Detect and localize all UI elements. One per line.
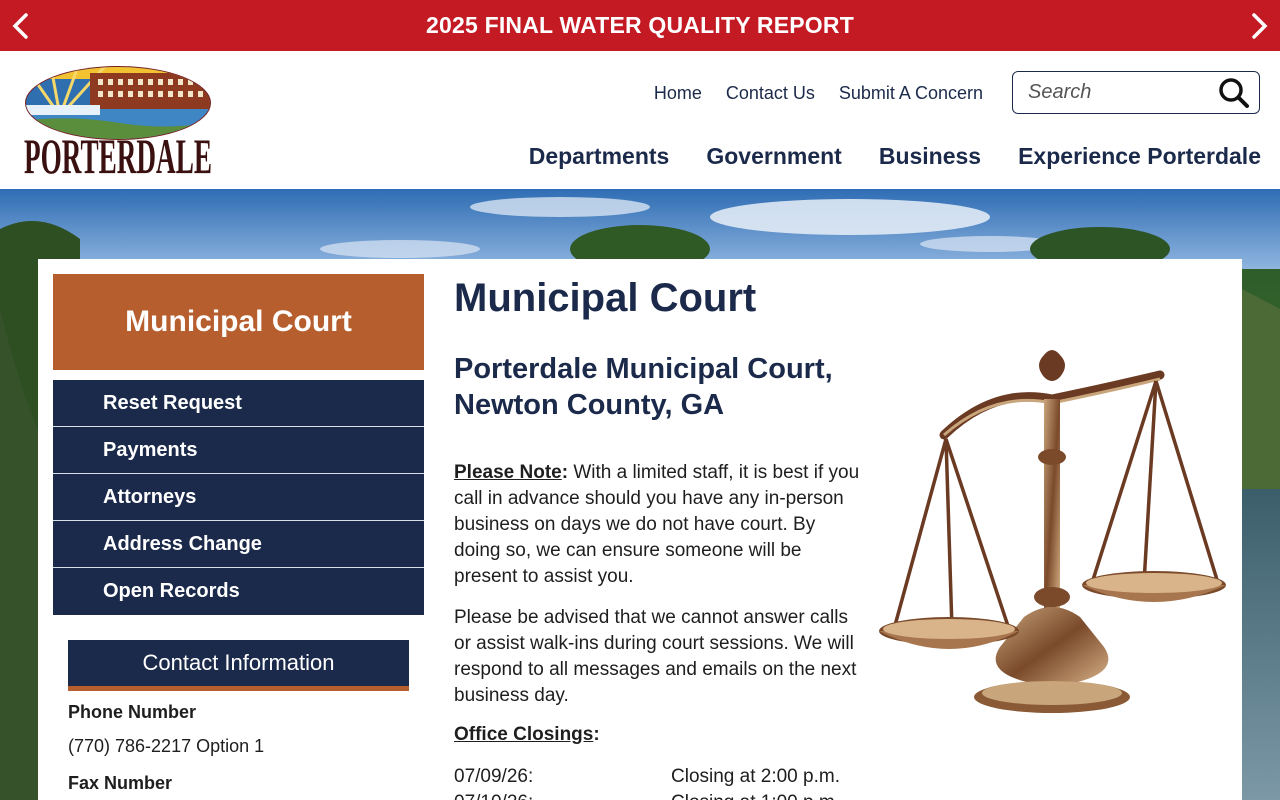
contact-heading: Contact Information xyxy=(68,640,409,691)
note-label: Please Note xyxy=(454,462,562,483)
porterdale-logo[interactable]: PORTERDALE xyxy=(20,61,216,184)
scales-of-justice-icon xyxy=(874,347,1230,719)
nav-government[interactable]: Government xyxy=(706,143,841,170)
chevron-left-icon[interactable] xyxy=(0,0,40,51)
closing-date: 07/10/26: xyxy=(454,792,671,800)
sidebar-item-open-records[interactable]: Open Records xyxy=(53,568,424,615)
site-header: PORTERDALE Home Contact Us Submit A Conc… xyxy=(0,51,1280,189)
page-title: Municipal Court xyxy=(454,276,757,320)
phone-label: Phone Number xyxy=(68,702,197,722)
closing-date: 07/09/26: xyxy=(454,766,534,787)
alert-text[interactable]: 2025 FINAL WATER QUALITY REPORT xyxy=(426,12,854,39)
note-paragraph: Please Note: With a limited staff, it is… xyxy=(454,462,860,587)
chevron-right-icon[interactable] xyxy=(1240,0,1280,51)
closing-text: Closing at 2:00 p.m. xyxy=(671,766,840,787)
sidebar-item-attorneys[interactable]: Attorneys xyxy=(53,474,424,521)
logo-wordmark: PORTERDALE xyxy=(24,128,212,181)
sidebar-item-payments[interactable]: Payments xyxy=(53,427,424,474)
search-input[interactable] xyxy=(1028,81,1214,104)
nav-business[interactable]: Business xyxy=(879,143,981,170)
content-card: Municipal Court Reset Request Payments A… xyxy=(38,259,1242,800)
nav-home[interactable]: Home xyxy=(654,83,702,104)
sidebar-title: Municipal Court xyxy=(53,274,424,370)
main-nav: Departments Government Business Experien… xyxy=(529,143,1261,170)
sidebar-menu: Reset Request Payments Attorneys Address… xyxy=(53,380,424,615)
closing-row: 07/09/26: Closing at 2:00 p.m. xyxy=(454,766,874,788)
phone-value[interactable]: (770) 786-2217 Option 1 xyxy=(68,736,409,757)
closing-row: 07/10/26: Closing at 1:00 p.m. xyxy=(454,792,874,800)
sidebar-item-address-change[interactable]: Address Change xyxy=(53,521,424,568)
contact-info: Phone Number (770) 786-2217 Option 1 Fax… xyxy=(68,702,409,794)
nav-experience-porterdale[interactable]: Experience Porterdale xyxy=(1018,143,1261,170)
nav-departments[interactable]: Departments xyxy=(529,143,670,170)
search-icon[interactable] xyxy=(1214,73,1253,113)
utility-nav: Home Contact Us Submit A Concern xyxy=(654,83,983,104)
fax-label: Fax Number xyxy=(68,773,173,793)
closing-text: Closing at 1:00 p.m. xyxy=(671,792,840,800)
page-subtitle: Porterdale Municipal Court, Newton Count… xyxy=(454,353,833,421)
alert-banner[interactable]: 2025 FINAL WATER QUALITY REPORT xyxy=(0,0,1280,51)
sidebar-item-reset-request[interactable]: Reset Request xyxy=(53,380,424,427)
nav-contact-us[interactable]: Contact Us xyxy=(726,83,815,104)
closings-label: Office Closings xyxy=(454,724,594,745)
advisory-paragraph: Please be advised that we cannot answer … xyxy=(454,607,857,706)
search-box xyxy=(1012,71,1260,114)
closings-heading: Office Closings: xyxy=(454,724,600,745)
nav-submit-concern[interactable]: Submit A Concern xyxy=(839,83,983,104)
